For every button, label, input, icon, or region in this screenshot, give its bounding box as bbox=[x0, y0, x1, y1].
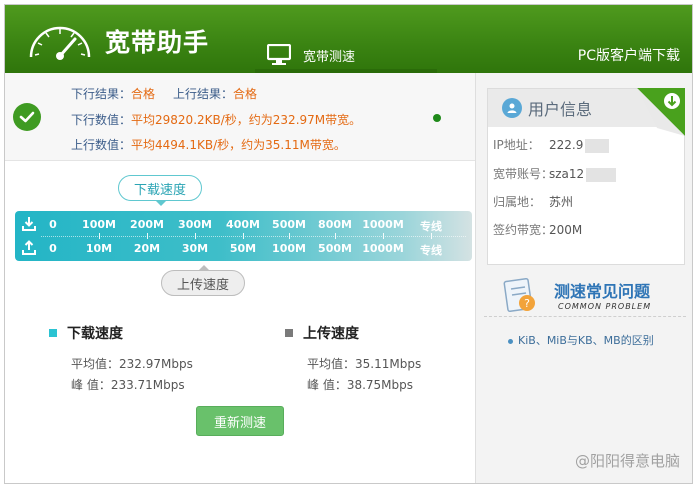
faq-link-text: KiB、MiB与KB、MB的区别 bbox=[518, 334, 654, 347]
upload-legend-swatch bbox=[285, 329, 293, 337]
faq-title: 测速常见问题 bbox=[554, 282, 651, 301]
ip-row: IP地址： 222.9 bbox=[493, 136, 610, 153]
faq-divider bbox=[484, 316, 686, 317]
result-verdict-row: 下行结果：合格 上行结果：合格 bbox=[71, 85, 257, 102]
down-value-row: 下行数值：平均29820.2KB/秒，约为232.97M带宽。 bbox=[71, 111, 361, 128]
download-tick: 300M bbox=[178, 218, 212, 231]
up-value-text: 平均4494.1KB/秒，约为35.11M带宽。 bbox=[131, 138, 346, 152]
download-tick: 0 bbox=[49, 218, 57, 231]
up-value-row: 上行数值：平均4494.1KB/秒，约为35.11M带宽。 bbox=[71, 136, 346, 153]
scale-divider bbox=[41, 236, 466, 237]
upload-tick: 100M bbox=[272, 242, 306, 255]
down-result-label: 下行结果： bbox=[71, 87, 132, 101]
retest-button[interactable]: 重新测速 bbox=[196, 406, 284, 436]
user-icon bbox=[502, 98, 522, 118]
tab-speedtest-label: 宽带测速 bbox=[303, 49, 356, 65]
speed-scale: 0 100M 200M 300M 400M 500M 800M 1000M 专线… bbox=[15, 211, 472, 261]
faq-illustration-icon: ? bbox=[503, 277, 535, 313]
upload-speed-pill: 上传速度 bbox=[161, 265, 245, 296]
download-tick: 400M bbox=[226, 218, 260, 231]
speedometer-logo-icon bbox=[29, 26, 91, 60]
up-result-value: 合格 bbox=[233, 87, 258, 101]
region-value: 苏州 bbox=[549, 195, 574, 209]
region-row: 归属地： 苏州 bbox=[493, 193, 573, 210]
upload-scale-row: 0 10M 20M 30M 50M 100M 500M 1000M 专线 bbox=[15, 238, 472, 260]
svg-text:?: ? bbox=[524, 297, 530, 310]
upload-stats-title: 上传速度 bbox=[285, 323, 359, 343]
bullet-icon bbox=[508, 338, 513, 344]
right-sidebar: 用户信息 IP地址： 222.9 宽带账号：sza12 归属地： 苏州 签约带宽：2… bbox=[475, 73, 692, 483]
test-results-panel: 下行结果：合格 上行结果：合格 下行数值：平均29820.2KB/秒，约为232.… bbox=[5, 73, 475, 161]
upload-tick: 50M bbox=[229, 242, 257, 255]
download-corner-icon[interactable] bbox=[637, 88, 685, 136]
app-header: 宽带助手 宽带测速 PC版客户端下载 bbox=[5, 5, 692, 73]
bandwidth-label: 签约带宽： bbox=[493, 223, 554, 237]
upload-stats-title-text: 上传速度 bbox=[303, 326, 359, 342]
user-info-card: 用户信息 IP地址： 222.9 宽带账号：sza12 归属地： 苏州 签约带宽：2… bbox=[487, 88, 685, 265]
speedtest-window: 宽带助手 宽带测速 PC版客户端下载 下行结果：合格 上行结果：合格 下行数值：平… bbox=[4, 4, 693, 484]
download-peak: 峰 值：233.71Mbps bbox=[71, 378, 185, 392]
app-title: 宽带助手 bbox=[105, 28, 210, 57]
down-result-value: 合格 bbox=[131, 87, 156, 101]
download-tick: 专线 bbox=[420, 220, 442, 233]
monitor-icon bbox=[267, 44, 291, 65]
bandwidth-value: 200M bbox=[549, 223, 583, 237]
redacted-mask bbox=[585, 138, 610, 153]
download-stats-title: 下载速度 bbox=[49, 323, 123, 343]
pc-client-download-link[interactable]: PC版客户端下载 bbox=[578, 45, 680, 65]
download-stats-title-text: 下载速度 bbox=[67, 326, 123, 342]
upload-avg: 平均值：35.11Mbps bbox=[307, 357, 422, 371]
upload-tick: 0 bbox=[49, 242, 57, 255]
up-value-label: 上行数值： bbox=[71, 138, 132, 152]
download-speed-pill: 下载速度 bbox=[118, 175, 202, 206]
upload-tick: 1000M bbox=[362, 242, 404, 255]
download-tick: 500M bbox=[272, 218, 306, 231]
download-tick: 800M bbox=[318, 218, 352, 231]
checkmark-icon bbox=[13, 103, 41, 131]
download-tick: 200M bbox=[130, 218, 164, 231]
faq-link-kib-mib[interactable]: KiB、MiB与KB、MB的区别 bbox=[508, 332, 654, 348]
download-legend-swatch bbox=[49, 329, 57, 337]
upload-icon bbox=[22, 240, 36, 255]
account-row: 宽带账号：sza12 bbox=[493, 165, 617, 182]
upload-tick: 500M bbox=[318, 242, 352, 255]
upload-tick: 专线 bbox=[420, 244, 442, 257]
faq-subtitle: COMMON PROBLEM bbox=[558, 302, 652, 311]
faq-banner[interactable]: ? 测速常见问题 COMMON PROBLEM bbox=[500, 276, 680, 320]
download-tick: 100M bbox=[82, 218, 116, 231]
up-result-label: 上行结果： bbox=[173, 87, 234, 101]
tab-speedtest[interactable]: 宽带测速 bbox=[255, 37, 437, 73]
download-avg: 平均值：232.97Mbps bbox=[71, 357, 193, 371]
region-label: 归属地： bbox=[493, 195, 542, 209]
ip-label: IP地址： bbox=[493, 138, 540, 152]
down-value-text: 平均29820.2KB/秒，约为232.97M带宽。 bbox=[131, 113, 362, 127]
upload-peak: 峰 值：38.75Mbps bbox=[307, 378, 414, 392]
down-value-label: 下行数值： bbox=[71, 113, 132, 127]
bandwidth-row: 签约带宽：200M bbox=[493, 221, 582, 238]
download-tick: 1000M bbox=[362, 218, 404, 231]
status-dot bbox=[433, 114, 441, 122]
redacted-mask bbox=[586, 167, 617, 182]
watermark: @阳阳得意电脑 bbox=[574, 452, 680, 470]
ip-value: 222.9 bbox=[549, 138, 584, 152]
account-value: sza12 bbox=[549, 167, 585, 181]
account-label: 宽带账号： bbox=[493, 167, 554, 181]
download-icon bbox=[22, 217, 36, 231]
upload-tick: 10M bbox=[85, 242, 113, 255]
upload-tick: 30M bbox=[181, 242, 209, 255]
user-info-title: 用户信息 bbox=[528, 100, 593, 119]
upload-tick: 20M bbox=[133, 242, 161, 255]
